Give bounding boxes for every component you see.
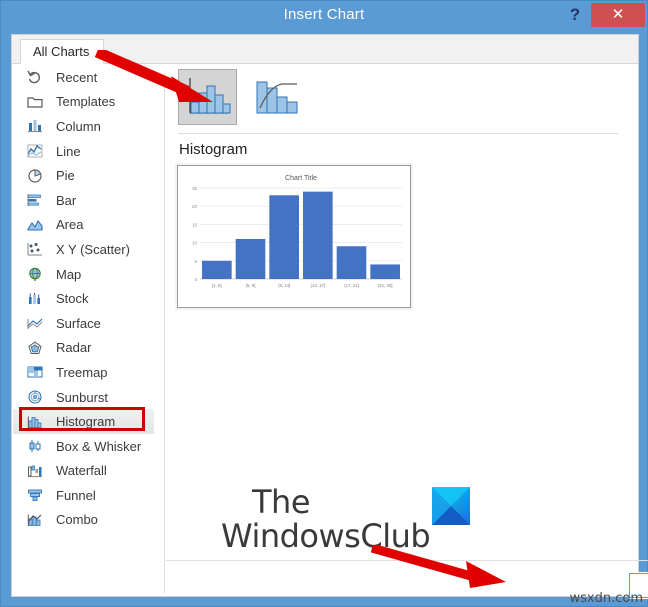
chart-type-sidebar[interactable]: Recent Templates Column Line Pie Bar Area X Y (… — [13, 65, 154, 596]
svg-text:Chart Title: Chart Title — [285, 175, 317, 182]
window-title: Insert Chart — [283, 6, 365, 23]
watermark: The WindowsClub — [220, 483, 530, 568]
sidebar-item-label: Funnel — [56, 487, 96, 503]
svg-text:25: 25 — [192, 186, 198, 191]
scatter-chart-icon — [25, 240, 45, 258]
sidebar-item-label: Combo — [56, 512, 98, 528]
svg-text:(13, 17]: (13, 17] — [311, 283, 326, 288]
svg-text:15: 15 — [192, 222, 198, 227]
histogram-icon — [25, 413, 45, 431]
svg-text:20: 20 — [192, 204, 198, 209]
sidebar-item-recent[interactable]: Recent — [13, 65, 154, 90]
chart-preview[interactable]: Chart Title 0 5 10 15 20 25 [1, 5] (5, 9] (9, 13]… — [177, 165, 411, 308]
sidebar-item-column[interactable]: Column — [13, 114, 154, 139]
sidebar-item-combo[interactable]: Combo — [13, 508, 154, 533]
svg-text:(21, 25]: (21, 25] — [378, 283, 393, 288]
windowsclub-logo — [432, 487, 470, 525]
sidebar-item-label: Surface — [56, 315, 101, 331]
svg-text:(17, 21]: (17, 21] — [344, 283, 359, 288]
histogram-thumbnail[interactable] — [178, 69, 237, 125]
chart-subtype-thumbnails — [178, 69, 306, 125]
sidebar-item-histogram[interactable]: Histogram — [13, 409, 154, 434]
stock-chart-icon — [25, 290, 45, 308]
sidebar-item-label: Stock — [56, 291, 89, 307]
sidebar-item-line[interactable]: Line — [13, 139, 154, 164]
svg-text:[1, 5]: [1, 5] — [212, 283, 222, 288]
svg-text:10: 10 — [192, 241, 198, 246]
sidebar-item-surface[interactable]: Surface — [13, 311, 154, 336]
sidebar-item-area[interactable]: Area — [13, 213, 154, 238]
funnel-icon — [25, 486, 45, 504]
sidebar-item-bar[interactable]: Bar — [13, 188, 154, 213]
pareto-thumbnail-icon — [256, 81, 297, 114]
histogram-preview-svg: Chart Title 0 5 10 15 20 25 [1, 5] (5, 9] (9, 13]… — [192, 175, 402, 288]
svg-text:5: 5 — [194, 259, 197, 264]
insert-chart-dialog: Insert Chart ? ✕ All Charts Recent Templa… — [0, 0, 648, 607]
pie-chart-icon — [25, 167, 45, 185]
column-chart-icon — [25, 117, 45, 135]
watermark-line1: The — [252, 483, 311, 521]
boxwhisker-icon — [25, 437, 45, 455]
line-chart-icon — [25, 142, 45, 160]
map-globe-icon — [25, 265, 45, 283]
thumbnail-divider — [178, 133, 618, 134]
sidebar-item-box-whisker[interactable]: Box & Whisker — [13, 434, 154, 459]
svg-text:(5, 9]: (5, 9] — [246, 283, 256, 288]
sidebar-item-label: Line — [56, 143, 81, 159]
sidebar-item-treemap[interactable]: Treemap — [13, 360, 154, 385]
tab-all-charts[interactable]: All Charts — [20, 39, 105, 64]
folder-icon — [25, 93, 45, 111]
sidebar-item-stock[interactable]: Stock — [13, 286, 154, 311]
combo-chart-icon — [25, 511, 45, 529]
sidebar-item-pie[interactable]: Pie — [13, 163, 154, 188]
bar-chart-icon — [25, 191, 45, 209]
dialog-body: All Charts Recent Templates Column Line Pie B… — [11, 34, 648, 599]
tab-strip: All Charts — [12, 35, 638, 64]
sidebar-item-label: Pie — [56, 168, 75, 184]
sidebar-item-radar[interactable]: Radar — [13, 336, 154, 361]
watermark-line2: WindowsClub — [221, 517, 431, 555]
chart-type-heading: Histogram — [179, 141, 248, 158]
sidebar-item-label: Treemap — [56, 364, 108, 380]
sidebar-item-map[interactable]: Map — [13, 262, 154, 287]
footer-divider — [166, 560, 648, 561]
histogram-thumbnail-icon — [188, 78, 230, 114]
surface-chart-icon — [25, 314, 45, 332]
sidebar-item-label: Histogram — [56, 414, 116, 430]
site-watermark: wsxdn.com — [569, 591, 644, 606]
sidebar-item-templates[interactable]: Templates — [13, 90, 154, 115]
sidebar-item-label: Area — [56, 217, 84, 233]
sidebar-item-label: Map — [56, 266, 82, 282]
svg-text:(9, 13]: (9, 13] — [278, 283, 290, 288]
sidebar-item-sunburst[interactable]: Sunburst — [13, 385, 154, 410]
chart-preview-pane: Histogram Chart Title 0 5 10 15 20 25 [1, 5] (5,… — [165, 65, 648, 599]
pareto-thumbnail[interactable] — [247, 69, 306, 125]
window-frame: Insert Chart ? ✕ All Charts Recent Templa… — [0, 0, 648, 607]
sidebar-item-x-y-scatter[interactable]: X Y (Scatter) — [13, 237, 154, 262]
sidebar-item-label: Box & Whisker — [56, 438, 142, 454]
title-bar: Insert Chart ? ✕ — [1, 1, 647, 30]
sidebar-item-label: Waterfall — [56, 463, 107, 479]
sidebar-item-label: Bar — [56, 192, 77, 208]
close-icon[interactable]: ✕ — [591, 3, 645, 27]
treemap-icon — [25, 363, 45, 381]
sidebar-item-label: Radar — [56, 340, 92, 356]
sidebar-item-waterfall[interactable]: Waterfall — [13, 459, 154, 484]
sidebar-item-label: Templates — [56, 94, 116, 110]
sunburst-icon — [25, 388, 45, 406]
area-chart-icon — [25, 216, 45, 234]
sidebar-item-label: Sunburst — [56, 389, 109, 405]
sidebar-item-label: X Y (Scatter) — [56, 241, 130, 257]
help-icon[interactable]: ? — [563, 3, 587, 27]
svg-text:0: 0 — [194, 277, 197, 282]
sidebar-item-label: Recent — [56, 69, 98, 85]
sidebar-item-label: Column — [56, 118, 101, 134]
recent-undo-icon — [25, 68, 45, 86]
sidebar-item-funnel[interactable]: Funnel — [13, 483, 154, 508]
waterfall-icon — [25, 462, 45, 480]
radar-chart-icon — [25, 339, 45, 357]
